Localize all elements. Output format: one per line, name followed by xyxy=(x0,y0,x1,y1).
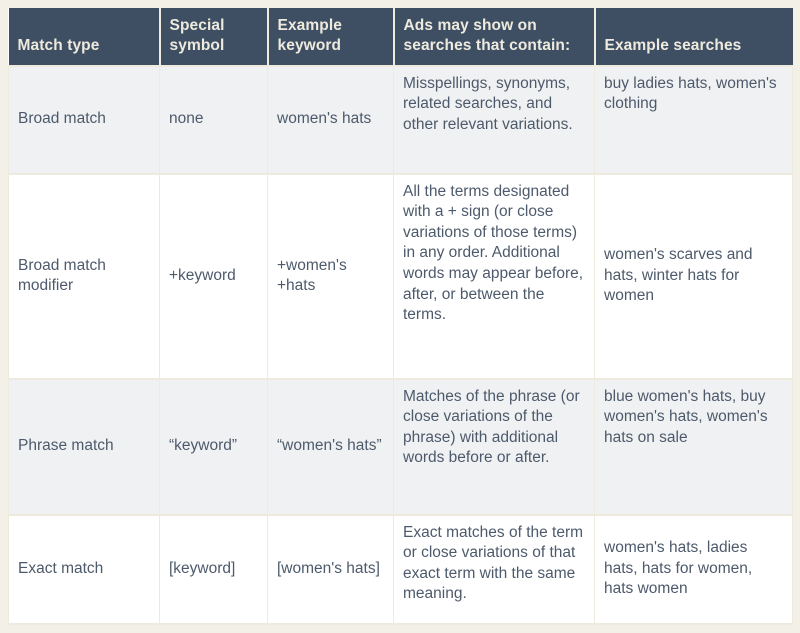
column-header-special-symbol: Special symbol xyxy=(159,8,269,66)
cell-match-type: Broad match xyxy=(8,64,160,175)
table-row: Broad match none women's hats Misspellin… xyxy=(8,64,793,175)
cell-special-symbol: [keyword] xyxy=(159,513,268,625)
cell-example-searches: women's hats, ladies hats, hats for wome… xyxy=(594,513,793,625)
table-row: Exact match [keyword] [women's hats] Exa… xyxy=(8,513,793,625)
table-row: Phrase match “keyword” “women's hats” Ma… xyxy=(8,377,793,516)
column-header-ads-may-show: Ads may show on searches that contain: xyxy=(393,8,596,66)
cell-example-keyword: +women's +hats xyxy=(267,172,394,380)
table-body: Broad match none women's hats Misspellin… xyxy=(8,64,793,625)
page-container: Match type Special symbol Example keywor… xyxy=(0,0,800,633)
cell-example-searches: women's scarves and hats, winter hats fo… xyxy=(594,172,793,380)
cell-example-keyword: [women's hats] xyxy=(267,513,394,625)
cell-special-symbol: “keyword” xyxy=(159,377,268,516)
table-row: Broad match modifier +keyword +women's +… xyxy=(8,172,793,380)
cell-match-type: Phrase match xyxy=(8,377,160,516)
column-header-example-searches: Example searches xyxy=(594,8,793,66)
keyword-match-types-table: Match type Special symbol Example keywor… xyxy=(8,8,793,625)
cell-ads-may-show: Exact matches of the term or close varia… xyxy=(393,513,595,625)
column-header-match-type: Match type xyxy=(8,8,161,66)
table-header: Match type Special symbol Example keywor… xyxy=(8,8,793,66)
cell-example-keyword: “women's hats” xyxy=(267,377,394,516)
column-header-example-keyword: Example keyword xyxy=(267,8,395,66)
cell-example-searches: buy ladies hats, women's clothing xyxy=(594,64,793,175)
cell-ads-may-show: All the terms designated with a + sign (… xyxy=(393,172,595,380)
cell-example-searches: blue women's hats, buy women's hats, wom… xyxy=(594,377,793,516)
cell-ads-may-show: Misspellings, synonyms, related searches… xyxy=(393,64,595,175)
cell-special-symbol: +keyword xyxy=(159,172,268,380)
cell-match-type: Exact match xyxy=(8,513,160,625)
cell-ads-may-show: Matches of the phrase (or close variatio… xyxy=(393,377,595,516)
table-header-row: Match type Special symbol Example keywor… xyxy=(8,8,793,66)
cell-example-keyword: women's hats xyxy=(267,64,394,175)
cell-match-type: Broad match modifier xyxy=(8,172,160,380)
cell-special-symbol: none xyxy=(159,64,268,175)
